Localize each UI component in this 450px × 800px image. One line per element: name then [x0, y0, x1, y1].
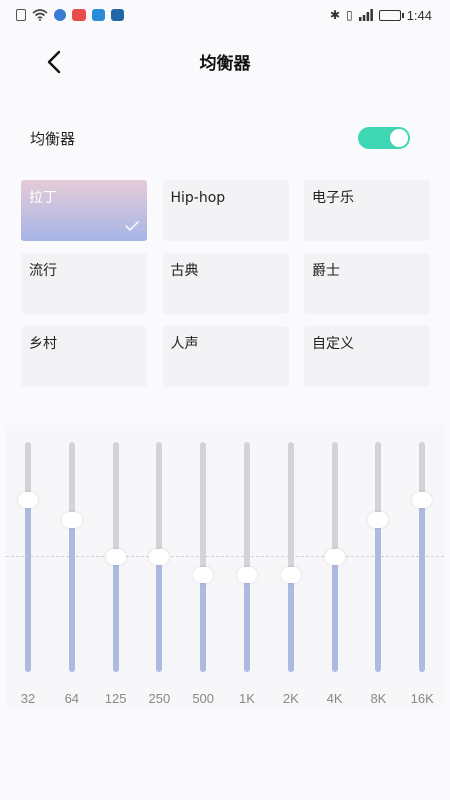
- eq-band-4k: 4K: [323, 425, 347, 708]
- preset-jazz[interactable]: 爵士: [304, 253, 430, 314]
- eq-band-125: 125: [104, 425, 128, 708]
- eq-slider-knob[interactable]: [280, 567, 301, 584]
- eq-band-16k: 16K: [410, 425, 434, 708]
- wifi-icon: [32, 9, 48, 21]
- eq-frequency-label: 32: [20, 691, 36, 706]
- preset-latin[interactable]: 拉丁: [21, 180, 147, 241]
- eq-frequency-label: 1K: [239, 691, 255, 706]
- eq-slider-fill: [156, 557, 163, 672]
- alert-icon: [16, 9, 26, 21]
- eq-slider-fill: [244, 575, 250, 672]
- eq-slider-knob[interactable]: [412, 491, 433, 508]
- eq-slider-fill: [287, 575, 294, 672]
- eq-slider-knob[interactable]: [105, 549, 126, 565]
- preset-vocal[interactable]: 人声: [162, 326, 289, 387]
- eq-slider-track[interactable]: [244, 442, 250, 672]
- equalizer-toggle[interactable]: [358, 127, 410, 149]
- eq-band-250: 250: [147, 425, 171, 708]
- eq-slider-track[interactable]: [287, 442, 294, 672]
- preset-pop[interactable]: 流行: [21, 253, 147, 314]
- eq-slider-fill: [25, 499, 31, 672]
- music-app-icon: [54, 9, 66, 21]
- eq-slider-fill: [375, 520, 382, 672]
- eq-frequency-label: 4K: [326, 691, 343, 706]
- eq-frequency-label: 8K: [370, 691, 387, 706]
- eq-band-1k: 1K: [235, 425, 259, 708]
- eq-band-500: 500: [191, 425, 215, 708]
- eq-slider-track[interactable]: [375, 442, 382, 672]
- eq-slider-knob[interactable]: [324, 549, 345, 565]
- chat-app-icon: [111, 9, 124, 21]
- eq-frequency-label: 250: [148, 691, 171, 706]
- status-bar: ✱ ▯ 1:44: [0, 0, 450, 30]
- preset-custom[interactable]: 自定义: [304, 326, 430, 387]
- eq-frequency-label: 2K: [282, 691, 299, 706]
- preset-label: 电子乐: [312, 190, 354, 206]
- preset-label: 乡村: [29, 336, 57, 352]
- signal-icon: [358, 9, 373, 21]
- eq-band-8k: 8K: [366, 425, 390, 708]
- status-time: 1:44: [406, 7, 432, 23]
- eq-slider-track[interactable]: [419, 442, 426, 672]
- eq-slider-track[interactable]: [200, 442, 207, 672]
- eq-frequency-label: 64: [64, 691, 80, 706]
- chevron-left-icon: [47, 50, 61, 74]
- sync-app-icon: [92, 9, 105, 21]
- preset-label: 人声: [170, 336, 199, 352]
- eq-slider-knob[interactable]: [193, 567, 214, 584]
- preset-label: 自定义: [312, 336, 354, 352]
- eq-band-2k: 2K: [279, 425, 303, 708]
- preset-grid: 拉丁 Hip-hop 电子乐 流行 古典 爵士 乡村 人声 自定义: [21, 180, 430, 387]
- eq-frequency-label: 125: [104, 691, 127, 706]
- preset-hiphop[interactable]: Hip-hop: [162, 180, 289, 241]
- preset-label: Hip-hop: [170, 190, 226, 206]
- preset-country[interactable]: 乡村: [21, 326, 147, 387]
- page-title: 均衡器: [199, 53, 251, 74]
- eq-slider-track[interactable]: [68, 442, 75, 672]
- status-left: [16, 9, 124, 21]
- equalizer-toggle-row: 均衡器: [30, 120, 410, 156]
- eq-slider-knob[interactable]: [368, 512, 389, 529]
- eq-slider-knob[interactable]: [18, 491, 38, 508]
- preset-label: 拉丁: [29, 190, 57, 206]
- eq-slider-fill: [112, 557, 119, 672]
- eq-slider-fill: [331, 557, 338, 672]
- check-icon: [125, 221, 139, 231]
- battery-icon: [378, 9, 404, 21]
- eq-band-64: 64: [60, 425, 84, 708]
- toggle-knob: [390, 129, 408, 147]
- preset-classical[interactable]: 古典: [162, 253, 289, 314]
- header: 均衡器: [0, 38, 450, 84]
- eq-slider-knob[interactable]: [237, 567, 257, 584]
- eq-frequency-label: 500: [192, 691, 215, 706]
- eq-slider-knob[interactable]: [61, 512, 82, 529]
- preset-electronic[interactable]: 电子乐: [304, 180, 430, 241]
- back-button[interactable]: [38, 46, 70, 78]
- red-app-icon: [72, 9, 86, 21]
- equalizer-panel: 32 64 125 250 500 1K 2K 4K 8K 16K: [6, 425, 444, 708]
- vibrate-icon: ▯: [346, 8, 353, 22]
- status-right: ✱ ▯ 1:44: [330, 8, 432, 23]
- eq-band-32: 32: [16, 425, 40, 708]
- eq-slider-fill: [200, 575, 207, 672]
- eq-slider-track[interactable]: [25, 442, 31, 672]
- eq-frequency-label: 16K: [410, 691, 434, 706]
- preset-label: 古典: [170, 263, 199, 279]
- equalizer-toggle-label: 均衡器: [30, 129, 76, 148]
- eq-slider-fill: [419, 499, 426, 672]
- eq-slider-knob[interactable]: [149, 549, 170, 565]
- bluetooth-icon: ✱: [330, 8, 341, 22]
- preset-label: 流行: [29, 263, 57, 279]
- eq-slider-fill: [68, 520, 75, 672]
- preset-label: 爵士: [312, 263, 340, 279]
